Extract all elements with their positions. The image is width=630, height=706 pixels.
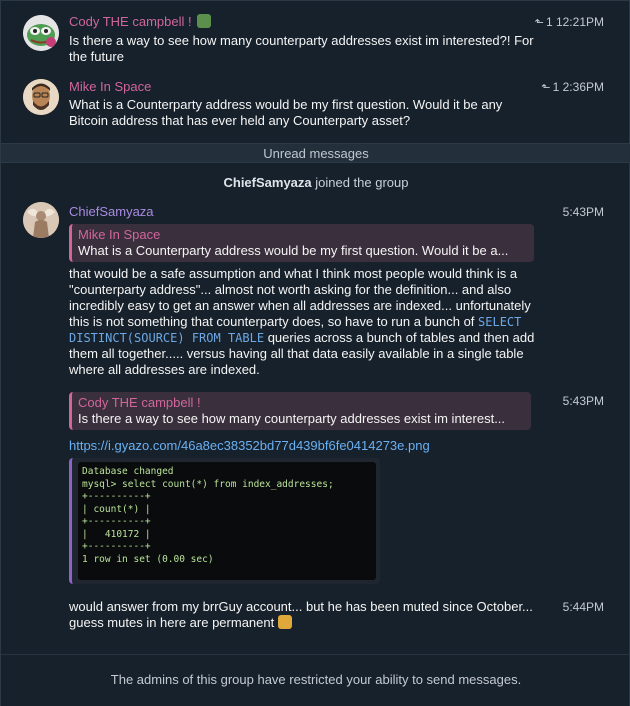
quote-text: What is a Counterparty address would be … (78, 243, 509, 258)
quote-author: Mike In Space (78, 227, 161, 242)
author-name[interactable]: ChiefSamyaza (69, 204, 154, 220)
reply-quote[interactable]: Cody THE campbell ! Is there a way to se… (69, 392, 531, 430)
image-link[interactable]: https://i.gyazo.com/46a8ec38352bd77d439b… (69, 438, 430, 454)
author-name[interactable]: Cody THE campbell ! (69, 14, 212, 30)
author-name[interactable]: Mike In Space (69, 79, 151, 95)
chat-window: Cody THE campbell ! ⬑ 1 12:21PM Is there … (0, 0, 630, 706)
reply-arrow-icon: ⬑ (534, 17, 544, 29)
pepe-emoji-icon (197, 14, 212, 28)
quote-author: Cody THE campbell ! (78, 395, 201, 410)
shrug-emoji-icon (277, 615, 292, 629)
message-text: What is a Counterparty address would be … (69, 97, 503, 128)
timestamp: 5:43PM (562, 394, 604, 408)
timestamp: 5:43PM (562, 205, 604, 219)
message-text: would answer from my brrGuy account... b… (69, 599, 533, 630)
pepe-avatar-icon (23, 15, 59, 51)
quote-text: Is there a way to see how many counterpa… (78, 411, 506, 426)
service-message: ChiefSamyaza joined the group (223, 175, 409, 190)
person-avatar-icon (23, 79, 59, 115)
timestamp: ⬑ 1 12:21PM (534, 15, 604, 29)
reply-quote[interactable]: Mike In Space What is a Counterparty add… (69, 224, 534, 262)
timestamp: 5:44PM (562, 600, 604, 614)
message-text: that would be a safe assumption and what… (69, 266, 535, 377)
message-text: Is there a way to see how many counterpa… (69, 33, 534, 64)
reply-arrow-icon: ⬑ (541, 82, 551, 94)
link-preview[interactable]: Database changed mysql> select count(*) … (69, 458, 380, 584)
service-actor[interactable]: ChiefSamyaza (223, 175, 311, 190)
restricted-notice: The admins of this group have restricted… (110, 672, 522, 687)
composer-divider (1, 654, 630, 655)
timestamp: ⬑ 1 2:36PM (541, 80, 604, 94)
terminal-screenshot: Database changed mysql> select count(*) … (78, 462, 376, 580)
unread-messages-divider: Unread messages (1, 143, 630, 163)
avatar[interactable] (23, 15, 59, 51)
angel-avatar-icon (23, 202, 59, 238)
avatar[interactable] (23, 79, 59, 115)
avatar[interactable] (23, 202, 59, 238)
